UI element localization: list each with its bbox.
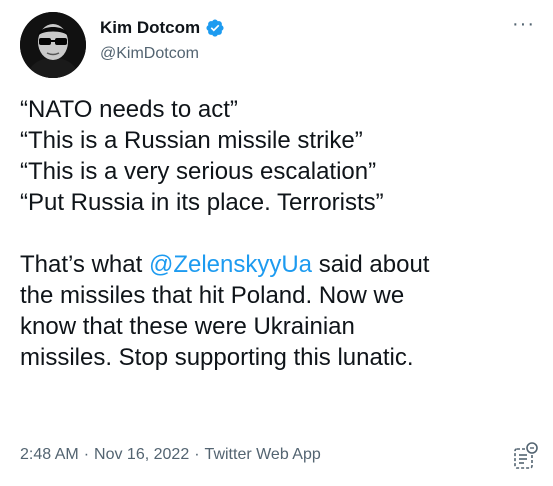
more-dots-icon[interactable]: ··· [512, 14, 535, 34]
paragraph-line: missiles. Stop supporting this lunatic. [20, 344, 414, 371]
quote-line: “This is a very serious escalation” [20, 158, 377, 185]
quote-line: “NATO needs to act” [20, 96, 238, 123]
tweet-date[interactable]: Nov 16, 2022 [94, 446, 189, 463]
avatar[interactable] [20, 12, 86, 78]
verified-badge-icon [206, 19, 224, 37]
tweet-source[interactable]: Twitter Web App [205, 446, 321, 463]
separator: · [194, 446, 200, 463]
quote-line: “Put Russia in its place. Terrorists” [20, 189, 384, 216]
mention-link[interactable]: @ZelenskyyUa [149, 251, 312, 278]
separator: · [83, 446, 90, 463]
tweet-time[interactable]: 2:48 AM [20, 446, 79, 463]
tweet-text: “NATO needs to act” “This is a Russian m… [20, 94, 540, 373]
author-name-row: Kim Dotcom [100, 18, 225, 38]
tweet-metadata: 2:48 AM · Nov 16, 2022 · Twitter Web App [20, 446, 321, 464]
paragraph-prefix: That’s what [20, 251, 149, 278]
author-handle[interactable]: @KimDotcom [100, 45, 199, 63]
paragraph-line: the missiles that hit Poland. Now we [20, 282, 405, 309]
quote-line: “This is a Russian missile strike” [20, 127, 363, 154]
paragraph-line: That’s what @ZelenskyyUa said about [20, 249, 540, 280]
tweet: Kim Dotcom @KimDotcom ··· “NATO needs to… [0, 0, 553, 486]
author-display-name[interactable]: Kim Dotcom [100, 18, 200, 38]
paragraph-line: know that these were Ukrainian [20, 313, 355, 340]
tweet-analytics-icon[interactable] [513, 440, 539, 470]
paragraph-text: said about [312, 251, 430, 278]
